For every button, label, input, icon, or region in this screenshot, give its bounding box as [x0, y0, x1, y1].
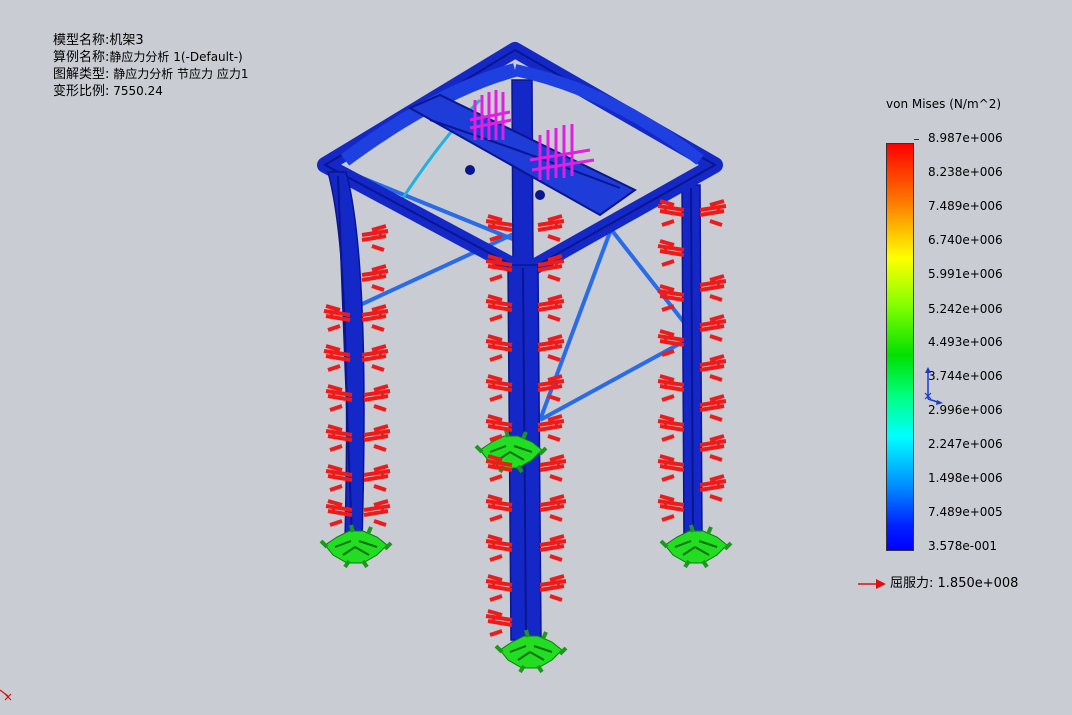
- corner-axis-icon: [0, 689, 12, 701]
- legend-tick-label: 6.740e+006: [928, 233, 1003, 247]
- yield-value: 1.850e+008: [937, 576, 1019, 591]
- legend-tick-label: 5.991e+006: [928, 267, 1003, 281]
- tick-mark: [914, 139, 919, 140]
- legend-title: von Mises (N/m^2): [886, 97, 1002, 111]
- legend-tick-label: 3.578e-001: [928, 539, 997, 553]
- column-back-right: [681, 184, 703, 541]
- model-viewport[interactable]: [0, 0, 860, 715]
- yield-label: 屈服力:: [890, 576, 934, 591]
- legend-tick-label: 7.489e+005: [928, 505, 1003, 519]
- legend-tick-label: 8.987e+006: [928, 131, 1003, 145]
- coordinate-triad-icon: [924, 367, 943, 405]
- legend-tick-label: 2.996e+006: [928, 403, 1003, 417]
- color-scale-bar: [886, 143, 914, 551]
- red-arrow-icon: [858, 578, 886, 589]
- legend-tick-label: 4.493e+006: [928, 335, 1003, 349]
- legend-tick-label: 7.489e+006: [928, 199, 1003, 213]
- yield-strength: 屈服力: 1.850e+008: [858, 572, 1018, 591]
- legend-tick-label: 5.242e+006: [928, 302, 1003, 316]
- legend-tick-label: 8.238e+006: [928, 165, 1003, 179]
- legend-tick-label: 1.498e+006: [928, 471, 1003, 485]
- legend-tick-label: 2.247e+006: [928, 437, 1003, 451]
